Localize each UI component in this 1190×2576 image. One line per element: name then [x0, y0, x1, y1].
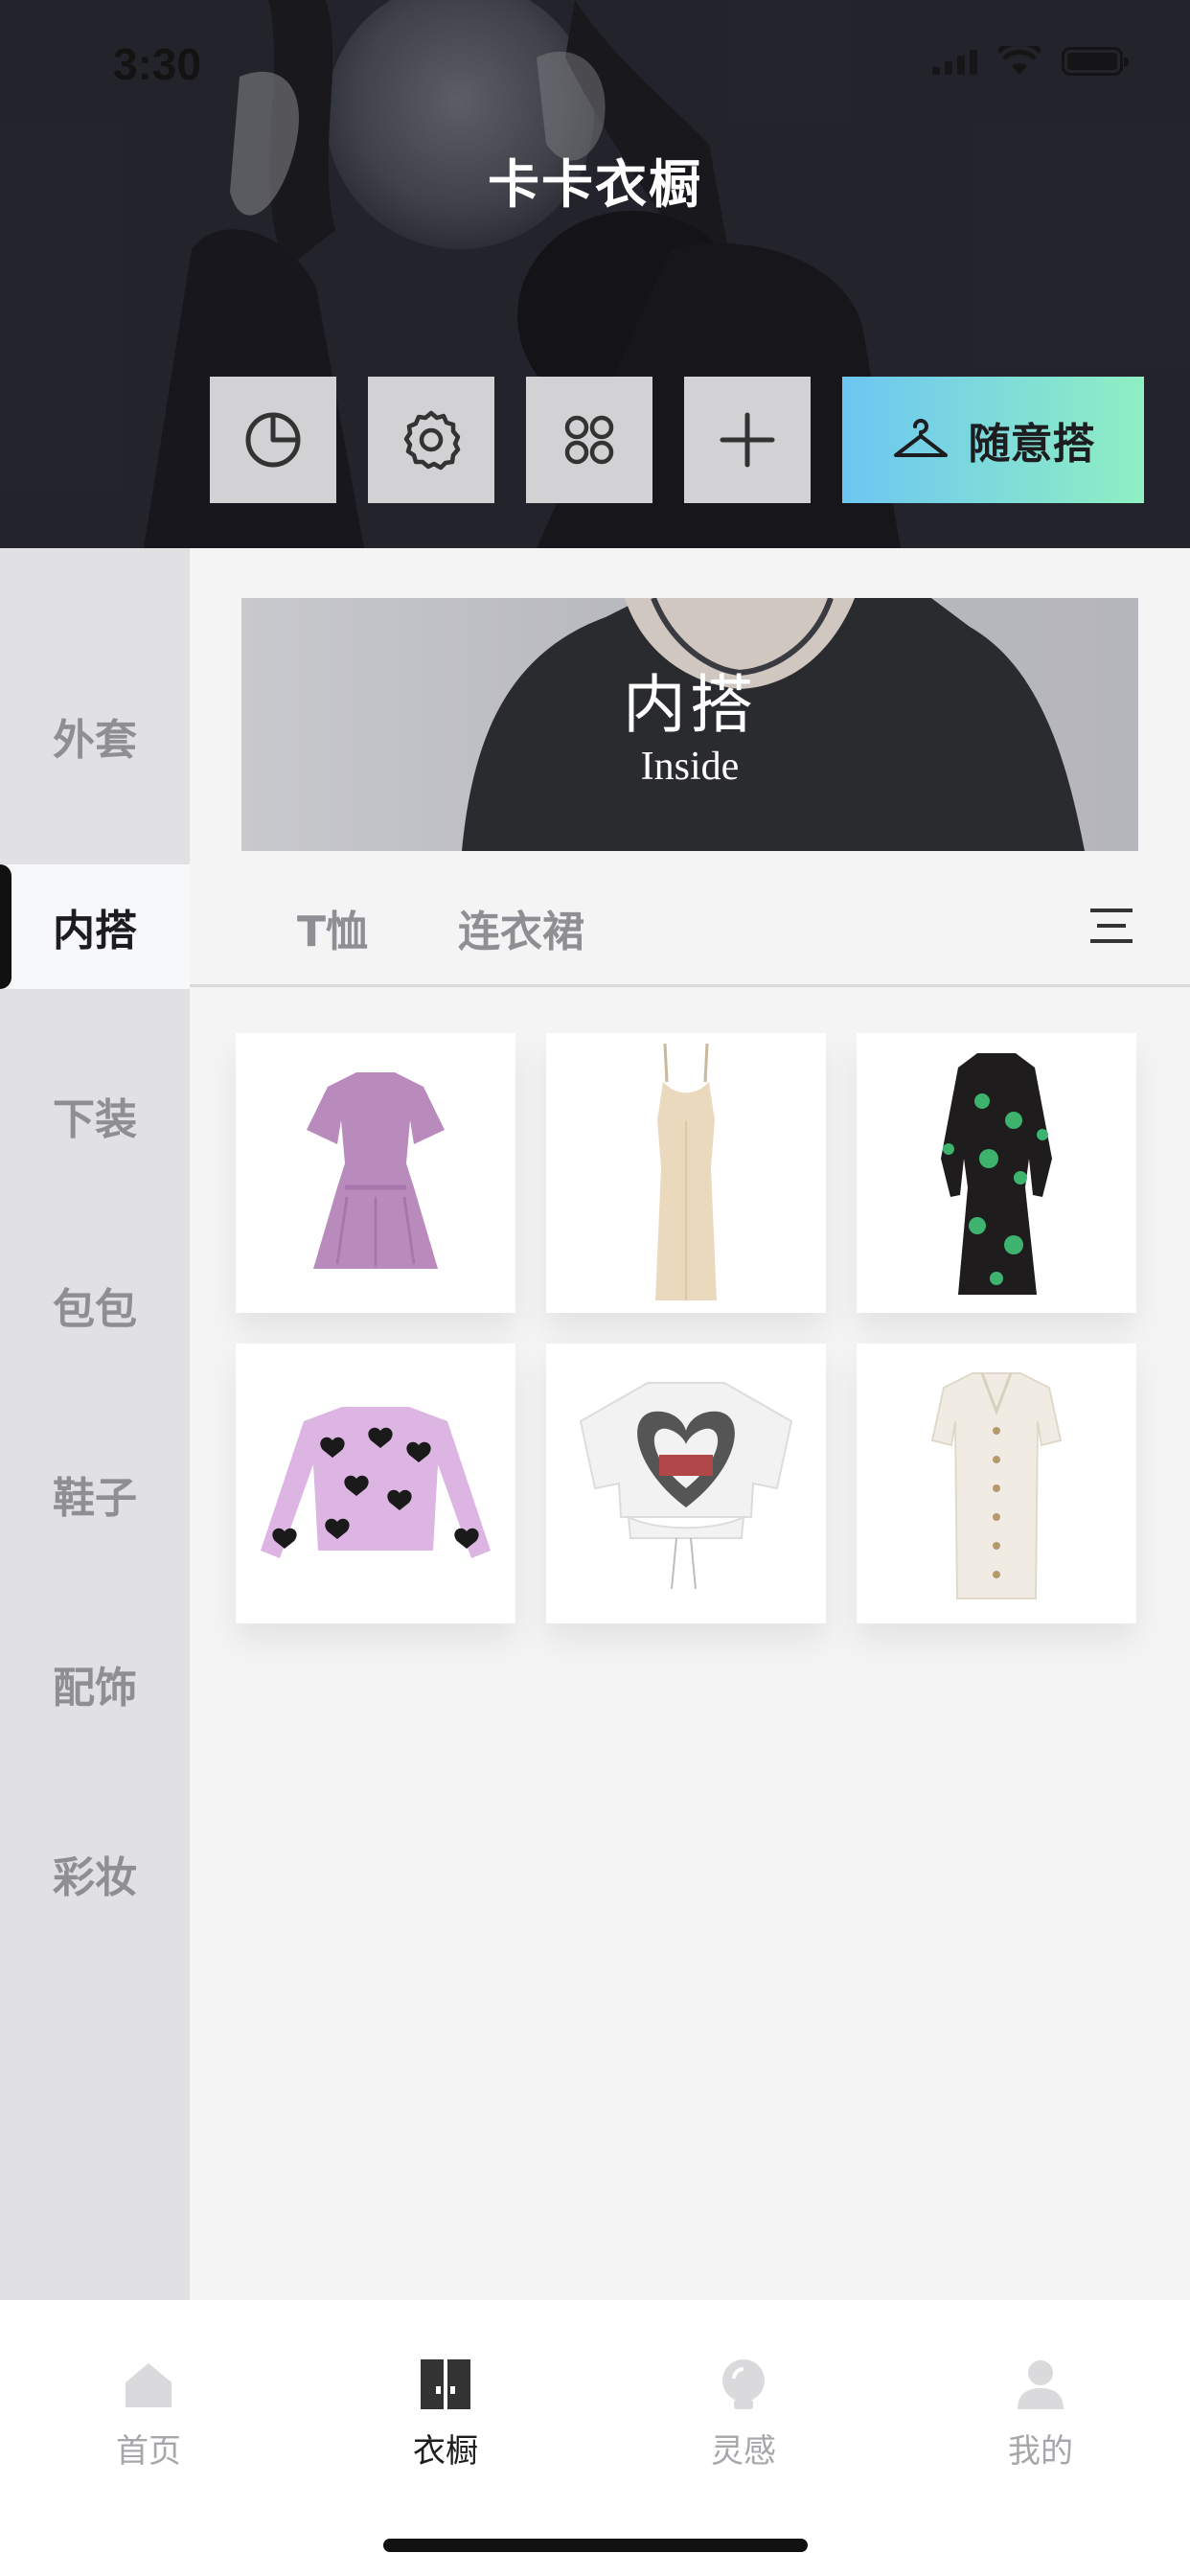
tab-home[interactable]: 首页 [53, 2358, 244, 2472]
plus-icon [720, 412, 775, 468]
hanger-icon [893, 419, 948, 457]
subcategory-tabs: T恤 连衣裙 [190, 874, 1190, 987]
category-banner: 内搭 Inside [241, 598, 1138, 851]
add-item-button[interactable] [684, 377, 811, 503]
sidebar-item-accessories[interactable]: 配饰 [0, 1622, 190, 1746]
sidebar-item-bottoms[interactable]: 下装 [0, 1053, 190, 1178]
tab-label: 我的 [1008, 2432, 1073, 2471]
gear-icon [403, 410, 461, 471]
subtab-dress[interactable]: 连衣裙 [458, 897, 584, 958]
list-item[interactable] [236, 1033, 515, 1313]
tab-label: 衣橱 [413, 2432, 478, 2471]
sidebar-item-inner[interactable]: 内搭 [0, 864, 190, 989]
status-icons [932, 46, 1129, 77]
header: 3:30 卡卡衣橱 随意搭 [0, 0, 1190, 548]
item-image [307, 1072, 445, 1269]
item-image [930, 1372, 1063, 1599]
subtab-tshirt[interactable]: T恤 [297, 897, 368, 958]
sidebar-item-label: 彩妆 [53, 1853, 137, 1902]
bottom-tab-bar: 首页 衣橱 灵感 我的 [0, 2300, 1190, 2576]
category-sidebar: 外套 内搭 下装 包包 鞋子 配饰 彩妆 [0, 548, 190, 2300]
sidebar-item-shoes[interactable]: 鞋子 [0, 1432, 190, 1556]
lightbulb-icon [722, 2359, 765, 2409]
sidebar-item-label: 鞋子 [53, 1474, 137, 1523]
sidebar-item-bags[interactable]: 包包 [0, 1243, 190, 1368]
banner-title: 内搭 [623, 668, 757, 742]
sidebar-item-label: 内搭 [53, 907, 137, 955]
list-item[interactable] [546, 1033, 826, 1313]
wardrobe-icon [421, 2359, 470, 2409]
item-image [655, 1044, 717, 1300]
settings-button[interactable] [368, 377, 494, 503]
person-icon [1018, 2360, 1064, 2409]
list-menu-icon[interactable] [1090, 905, 1133, 947]
sidebar-item-outerwear[interactable]: 外套 [0, 674, 190, 798]
random-outfit-label: 随意搭 [968, 420, 1095, 469]
home-indicator [383, 2539, 808, 2552]
sidebar-item-label: 包包 [53, 1285, 137, 1334]
home-icon [126, 2363, 172, 2407]
sidebar-item-label: 配饰 [53, 1664, 137, 1713]
list-item[interactable] [857, 1344, 1136, 1623]
sidebar-item-label: 外套 [53, 716, 137, 765]
pie-chart-icon [245, 412, 301, 468]
main-content: 内搭 Inside T恤 连衣裙 [190, 548, 1190, 2300]
app-title: 卡卡衣橱 [488, 154, 702, 215]
tab-wardrobe[interactable]: 衣橱 [350, 2358, 541, 2472]
random-outfit-button[interactable]: 随意搭 [842, 377, 1144, 503]
banner-subtitle: Inside [640, 745, 740, 789]
list-item[interactable] [546, 1344, 826, 1623]
tab-inspiration[interactable]: 灵感 [648, 2358, 839, 2472]
sidebar-item-makeup[interactable]: 彩妆 [0, 1811, 190, 1936]
layout-button[interactable] [526, 377, 652, 503]
sidebar-item-label: 下装 [53, 1095, 137, 1144]
grid-icon [564, 415, 614, 465]
stats-button[interactable] [210, 377, 336, 503]
item-image [941, 1053, 1052, 1295]
list-item[interactable] [857, 1033, 1136, 1313]
signal-icon [932, 48, 977, 75]
wifi-icon [998, 46, 1041, 75]
toolbar [210, 377, 811, 503]
list-item[interactable] [236, 1344, 515, 1623]
tab-profile[interactable]: 我的 [945, 2358, 1136, 2472]
tab-label: 灵感 [711, 2432, 776, 2471]
status-time: 3:30 [113, 39, 202, 89]
item-image [579, 1382, 793, 1590]
battery-icon [1062, 47, 1129, 76]
tab-label: 首页 [116, 2432, 181, 2471]
item-image [261, 1407, 491, 1558]
